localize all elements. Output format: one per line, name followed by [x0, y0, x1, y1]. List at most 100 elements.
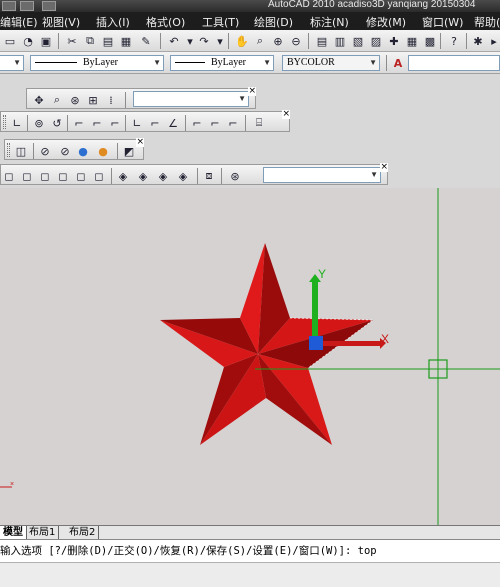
quickcalc-icon[interactable]: ▩ [422, 33, 438, 49]
workspace-icon[interactable]: ✱ [470, 33, 486, 49]
wireframe-3d-icon[interactable]: ⊘ [37, 143, 53, 159]
command-input[interactable] [0, 562, 500, 587]
ucs-3point-icon[interactable]: ∠ [165, 115, 181, 131]
ucs-apply-icon[interactable]: ⌸ [251, 115, 267, 131]
visual-styles-toolbar: ◫ ⊘ ⊘ ● ● ◩ × [4, 138, 144, 160]
ucs-x-label: X [381, 332, 389, 346]
view-combo[interactable]: ▼ [133, 91, 249, 107]
zoom-icon[interactable]: ⌕ [49, 92, 65, 108]
title-bar: AutoCAD 2010 acadiso3D yanqiang 20150304 [0, 0, 500, 12]
design-center-icon[interactable]: ▥ [332, 33, 348, 49]
ucs-origin-icon[interactable]: ∟ [129, 115, 145, 131]
realistic-icon[interactable]: ● [75, 143, 91, 159]
sheet-set-icon[interactable]: ▨ [368, 33, 384, 49]
close-icon[interactable]: × [248, 87, 256, 96]
markup-icon[interactable]: ✚ [386, 33, 402, 49]
ucs-view-icon[interactable]: ⌐ [107, 115, 123, 131]
svg-text:×: × [10, 481, 14, 488]
cut-icon[interactable]: ✂ [64, 33, 80, 49]
menu-format[interactable]: 格式(O) [146, 14, 185, 30]
visual-style-manager-icon[interactable]: ◩ [121, 143, 137, 159]
menu-edit[interactable]: 编辑(E) [0, 14, 38, 30]
zoom-previous-icon[interactable]: ⊖ [288, 33, 304, 49]
close-icon[interactable]: × [282, 110, 290, 119]
tab-layout2[interactable]: 布局2 [66, 526, 100, 540]
ucs-zaxis-icon[interactable]: ⌐ [147, 115, 163, 131]
view-list-combo[interactable]: ▼ [263, 167, 381, 183]
close-icon[interactable]: × [380, 163, 388, 172]
orbit-icon[interactable]: ⊛ [67, 92, 83, 108]
menu-modify[interactable]: 修改(M) [366, 14, 406, 30]
paste-icon[interactable]: ▤ [100, 33, 116, 49]
drawing-area[interactable]: Y X × [0, 188, 500, 525]
menu-tools[interactable]: 工具(T) [202, 14, 239, 30]
view-toolbar: ✥ ⌕ ⊛ ⊞ ⁞ ▼ × [26, 87, 256, 109]
hidden-icon[interactable]: ⊘ [57, 143, 73, 159]
quick-access-dropdown-icon[interactable] [42, 1, 56, 11]
ucs-previous-icon[interactable]: ↺ [49, 115, 65, 131]
match-icon[interactable]: ▦ [118, 33, 134, 49]
zoom-window-icon[interactable]: ⊞ [85, 92, 101, 108]
text-style-combo[interactable] [408, 55, 500, 71]
walk-icon[interactable]: ⁞ [103, 92, 119, 108]
workspace-extra-icon[interactable]: ▸ [486, 33, 500, 49]
standard-toolbar: ▭ ◔ ▣ ✂ ⧉ ▤ ▦ ✎ ↶ ▾ ↷ ▾ ✋ ⌕ ⊕ ⊖ ▤ ▥ ▧ ▨ … [0, 30, 500, 52]
close-icon[interactable]: × [136, 138, 144, 147]
ucs-y-icon[interactable]: ⌐ [207, 115, 223, 131]
pan-icon[interactable]: ✥ [31, 92, 47, 108]
view-top-icon[interactable]: ◻ [1, 168, 17, 184]
view-left-icon[interactable]: ◻ [37, 168, 53, 184]
camera-icon[interactable]: ⊛ [227, 168, 243, 184]
view-back-icon[interactable]: ◻ [91, 168, 107, 184]
view-front-icon[interactable]: ◻ [73, 168, 89, 184]
wireframe-2d-icon[interactable]: ◫ [13, 143, 29, 159]
text-style-icon[interactable]: A [390, 55, 406, 71]
calculator-icon[interactable]: ▦ [404, 33, 420, 49]
ucs-face-icon[interactable]: ⌐ [71, 115, 87, 131]
undo-icon[interactable]: ↶ [166, 33, 182, 49]
copy-icon[interactable]: ⧉ [82, 33, 98, 49]
help-icon[interactable]: ? [446, 33, 462, 49]
view-nw-iso-icon[interactable]: ◈ [175, 168, 191, 184]
menu-insert[interactable]: 插入(I) [96, 14, 130, 30]
ucs-icon[interactable]: ∟ [9, 115, 25, 131]
menu-help[interactable]: 帮助(H) [474, 14, 500, 30]
open-icon[interactable]: ◔ [20, 33, 36, 49]
tool-palettes-icon[interactable]: ▧ [350, 33, 366, 49]
view-se-iso-icon[interactable]: ◈ [135, 168, 151, 184]
ucs-object-icon[interactable]: ⌐ [89, 115, 105, 131]
plotstyle-combo[interactable]: BYCOLOR ▼ [282, 55, 380, 71]
app-menu-icon[interactable] [2, 1, 16, 11]
view-bottom-icon[interactable]: ◻ [19, 168, 35, 184]
view-right-icon[interactable]: ◻ [55, 168, 71, 184]
tab-layout1[interactable]: 布局1 [26, 526, 60, 540]
save-icon[interactable]: ▣ [38, 33, 54, 49]
linetype-combo[interactable]: ByLayer ▼ [30, 55, 164, 71]
command-line[interactable]: 输入选项 [?/删除(D)/正交(O)/恢复(R)/保存(S)/设置(E)/窗口… [0, 539, 500, 587]
zoom-realtime-icon[interactable]: ⌕ [252, 33, 268, 49]
new-icon[interactable]: ▭ [2, 33, 18, 49]
ucs-x-icon[interactable]: ⌐ [189, 115, 205, 131]
menu-view[interactable]: 视图(V) [42, 14, 80, 30]
model-space[interactable]: Y X × [0, 188, 500, 525]
lineweight-combo[interactable]: ByLayer ▼ [170, 55, 274, 71]
properties-icon[interactable]: ▤ [314, 33, 330, 49]
named-views-icon[interactable]: ⧈ [201, 168, 217, 184]
view-ne-iso-icon[interactable]: ◈ [155, 168, 171, 184]
pan-icon[interactable]: ✋ [234, 33, 250, 49]
redo-dropdown-icon[interactable]: ▾ [212, 33, 228, 49]
chevron-down-icon: ▼ [153, 58, 161, 67]
color-combo[interactable]: ▼ [0, 55, 24, 71]
zoom-window-icon[interactable]: ⊕ [270, 33, 286, 49]
quick-access-icon[interactable] [20, 1, 34, 11]
menu-dimension[interactable]: 标注(N) [310, 14, 349, 30]
redo-icon[interactable]: ↷ [196, 33, 212, 49]
menu-window[interactable]: 窗口(W) [422, 14, 463, 30]
view-sw-iso-icon[interactable]: ◈ [115, 168, 131, 184]
tab-model[interactable]: 模型 [0, 526, 27, 540]
conceptual-icon[interactable]: ● [95, 143, 111, 159]
menu-draw[interactable]: 绘图(D) [254, 14, 293, 30]
ucs-z-icon[interactable]: ⌐ [225, 115, 241, 131]
brush-icon[interactable]: ✎ [138, 33, 154, 49]
ucs-world-icon[interactable]: ⊚ [31, 115, 47, 131]
